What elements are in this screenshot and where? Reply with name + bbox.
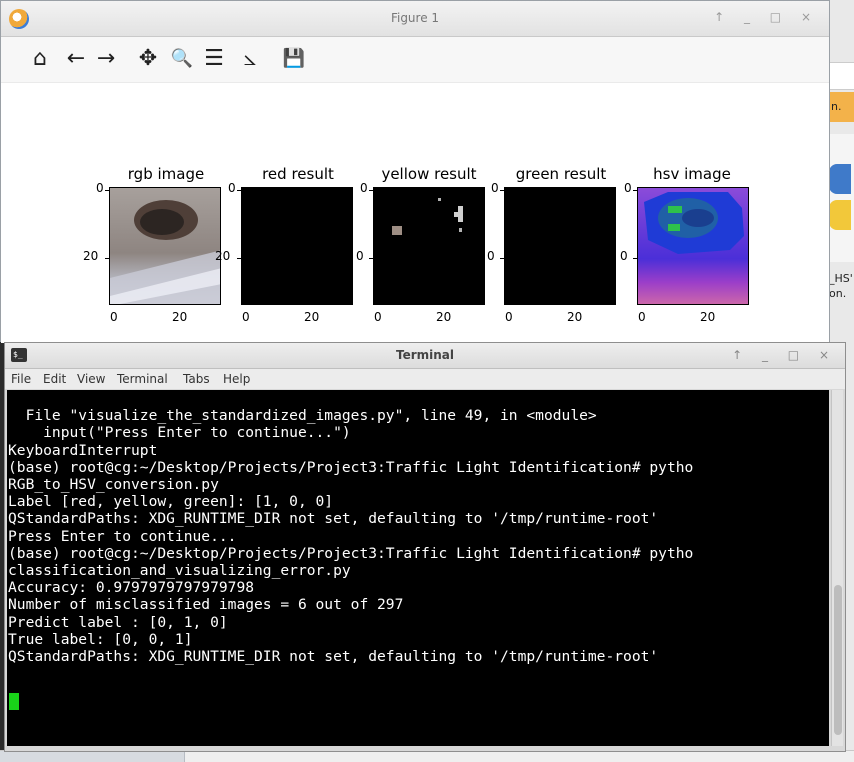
xtick-label: 0 (242, 310, 250, 324)
background-text: n. (831, 100, 842, 113)
python-logo-icon (829, 164, 851, 194)
terminal-line: QStandardPaths: XDG_RUNTIME_DIR not set,… (8, 510, 659, 528)
terminal-line: KeyboardInterrupt (8, 441, 158, 459)
background-text: on. (829, 287, 847, 300)
zoom-icon[interactable]: 🔍 (169, 46, 195, 72)
xtick-label: 20 (172, 310, 188, 324)
ytick (500, 258, 504, 259)
ytick (237, 258, 241, 259)
terminal-line: classification_and_visualizing_error.py (8, 562, 351, 580)
red-result-axes (241, 187, 353, 305)
rgb-image-axes (109, 187, 221, 305)
menu-tabs[interactable]: Tabs (183, 372, 210, 386)
terminal-output: File "visualize_the_standardized_images.… (8, 390, 693, 700)
pan-icon[interactable]: ✥ (135, 46, 161, 72)
terminal-cursor (9, 693, 19, 710)
ytick (633, 258, 637, 259)
ytick (633, 190, 637, 191)
ytick (105, 258, 109, 259)
terminal-menubar: File Edit View Terminal Tabs Help (5, 369, 845, 389)
xtick-label: 20 (436, 310, 452, 324)
menu-edit[interactable]: Edit (43, 372, 66, 386)
xtick-label: 20 (700, 310, 716, 324)
python-logo-yellow-icon (829, 200, 851, 230)
terminal-line: File "visualize_the_standardized_images.… (8, 407, 597, 425)
xtick-label: 0 (505, 310, 513, 324)
terminal-line: (base) root@cg:~/Desktop/Projects/Projec… (8, 458, 694, 476)
green-result-axes (504, 187, 616, 305)
background-panel (827, 134, 854, 262)
forward-arrow-icon[interactable]: → (93, 46, 119, 72)
save-icon[interactable]: 💾 (281, 46, 307, 72)
subplot-title: red result (262, 165, 334, 183)
ytick (105, 190, 109, 191)
configure-subplots-icon[interactable]: ☰ (201, 46, 227, 72)
ytick-label: 0 (491, 181, 499, 195)
terminal-line: Accuracy: 0.9797979797979798 (8, 579, 255, 597)
terminal-titlebar[interactable]: $_ Terminal ↑ _ □ × (5, 343, 845, 369)
terminal-title: Terminal (395, 348, 455, 362)
yellow-result-image (392, 198, 463, 235)
terminal-line: RGB_to_HSV_conversion.py (8, 476, 219, 494)
terminal-line: Predict label : [0, 1, 0] (8, 613, 228, 631)
ytick-label: 20 (83, 249, 99, 263)
xtick-label: 0 (638, 310, 646, 324)
menu-help[interactable]: Help (223, 372, 250, 386)
terminal-line: Label [red, yellow, green]: [1, 0, 0] (8, 493, 334, 511)
subplot-title: rgb image (127, 165, 205, 183)
scrollbar-thumb[interactable] (834, 585, 842, 735)
rgb-image (110, 188, 220, 304)
menu-file[interactable]: File (11, 372, 31, 386)
yellow-result-axes (373, 187, 485, 305)
terminal-line: input("Press Enter to continue...") (8, 424, 351, 442)
ytick-label: 0 (96, 181, 104, 195)
xtick-label: 0 (110, 310, 118, 324)
figure-titlebar[interactable]: Figure 1 ↑ _ □ × (1, 1, 829, 37)
hsv-image (638, 188, 748, 304)
ytick-label: 0 (487, 249, 495, 263)
menu-view[interactable]: View (77, 372, 105, 386)
terminal-line: Press Enter to continue... (8, 527, 237, 545)
xtick-label: 20 (567, 310, 583, 324)
terminal-window[interactable]: $_ Terminal ↑ _ □ × File Edit View Termi… (4, 342, 846, 752)
figure-toolbar: ⌂ ← → ✥ 🔍 ☰ ⦣ 💾 (1, 37, 829, 83)
ytick (500, 190, 504, 191)
ytick-label: 0 (228, 181, 236, 195)
window-controls[interactable]: ↑ _ □ × (714, 10, 819, 24)
terminal-line: Number of misclassified images = 6 out o… (8, 596, 404, 614)
ytick (237, 190, 241, 191)
subplot-title: hsv image (653, 165, 731, 183)
figure-canvas[interactable]: rgb image red result yellow result green… (1, 83, 829, 343)
figure-window[interactable]: Figure 1 ↑ _ □ × ⌂ ← → ✥ 🔍 ☰ ⦣ 💾 rgb ima… (0, 0, 830, 343)
ytick-label: 0 (620, 249, 628, 263)
ytick-label: 0 (360, 181, 368, 195)
ytick-label: 20 (215, 249, 231, 263)
subplot-title: green result (515, 165, 607, 183)
xtick-label: 20 (304, 310, 320, 324)
xtick-label: 0 (374, 310, 382, 324)
ytick (369, 258, 373, 259)
back-arrow-icon[interactable]: ← (63, 46, 89, 72)
terminal-line: True label: [0, 0, 1] (8, 630, 193, 648)
terminal-line: (base) root@cg:~/Desktop/Projects/Projec… (8, 544, 694, 562)
figure-title: Figure 1 (390, 11, 440, 25)
hsv-image-axes (637, 187, 749, 305)
terminal-body[interactable]: File "visualize_the_standardized_images.… (7, 390, 829, 746)
background-bottom-segment (0, 751, 185, 762)
home-icon[interactable]: ⌂ (27, 46, 53, 72)
subplot-title: yellow result (381, 165, 477, 183)
ytick (369, 190, 373, 191)
background-panel (827, 62, 854, 90)
menu-terminal[interactable]: Terminal (117, 372, 168, 386)
background-text: _HS' (829, 272, 853, 285)
ytick-label: 0 (624, 181, 632, 195)
terminal-scrollbar[interactable] (831, 390, 843, 746)
edit-axes-icon[interactable]: ⦣ (237, 46, 263, 72)
terminal-line: QStandardPaths: XDG_RUNTIME_DIR not set,… (8, 648, 659, 666)
ytick-label: 0 (356, 249, 364, 263)
window-controls[interactable]: ↑ _ □ × (732, 348, 837, 362)
